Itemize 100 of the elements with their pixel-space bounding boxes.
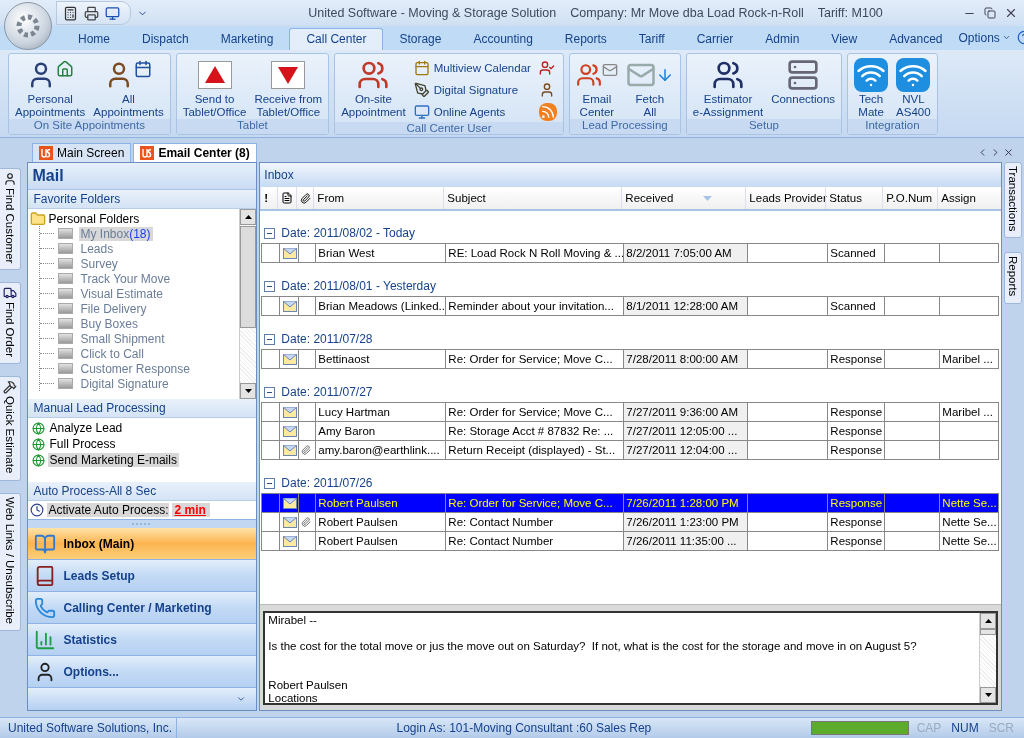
ribbon-button[interactable]: Personal Appointments	[13, 57, 88, 119]
ribbon-button[interactable]: Digital Signature	[411, 80, 533, 100]
email-row[interactable]: amy.baron@earthlink.... Return Receipt (displayed) - St... 7/27/2011 12:04:00 ... Response	[262, 440, 999, 459]
column-header[interactable]: Assign	[937, 187, 998, 209]
process-item[interactable]: Analyze Lead	[47, 421, 125, 435]
scroll-up-icon[interactable]	[984, 619, 992, 623]
column-header[interactable]: Subject	[443, 187, 622, 209]
ribbon-tab[interactable]: View	[815, 29, 874, 50]
folder-item[interactable]: Click to Call	[78, 346, 146, 361]
nav-button[interactable]: Options...	[27, 656, 257, 688]
side-tab[interactable]: Web Links / Unsubscribe	[0, 492, 21, 631]
scroll-thumb[interactable]	[240, 226, 257, 328]
scroll-thumb[interactable]	[980, 629, 997, 635]
nav-button[interactable]: Statistics	[27, 624, 257, 656]
ribbon-tab[interactable]: Admin	[749, 29, 816, 50]
people-mail-icon	[575, 62, 618, 88]
ribbon-button[interactable]: NVL AS400	[894, 57, 933, 119]
ribbon-tab[interactable]: Marketing	[204, 29, 290, 50]
ribbon-tab[interactable]: Tariff	[622, 29, 681, 50]
group-header: Date: 2011/07/28	[281, 332, 373, 346]
monitor-icon[interactable]	[105, 5, 120, 21]
scrollbar[interactable]	[979, 613, 997, 703]
folder-item[interactable]: Visual Estimate	[78, 286, 165, 301]
ribbon-button[interactable]: Receive from Tablet/Office	[252, 57, 325, 119]
side-tab[interactable]: Transactions	[1004, 162, 1023, 239]
paperclip-icon[interactable]	[300, 192, 312, 204]
ribbon-tab[interactable]: Reports	[548, 29, 623, 50]
table-cell: Scanned	[827, 244, 885, 262]
options-menu[interactable]: Options	[958, 30, 1000, 45]
ribbon-tab[interactable]: Dispatch	[126, 29, 205, 50]
ribbon-button[interactable]: Email Center	[573, 57, 620, 119]
document-tab[interactable]: Main Screen	[32, 143, 132, 162]
pen-icon	[413, 82, 430, 98]
scroll-down-icon[interactable]	[984, 693, 992, 697]
process-item[interactable]: Send Marketing E-mails	[47, 453, 179, 467]
ribbon-button[interactable]: Online Agents	[411, 102, 533, 122]
side-tab[interactable]: Quick Estimate	[0, 376, 21, 481]
nav-button[interactable]: Leads Setup	[27, 560, 257, 592]
ribbon-tab[interactable]: Accounting	[457, 29, 549, 50]
folder-item[interactable]: Leads	[78, 241, 116, 256]
scroll-up-icon[interactable]	[244, 215, 252, 219]
side-tab[interactable]: Reports	[1004, 252, 1023, 304]
process-item[interactable]: Full Process	[47, 437, 118, 451]
splitter-handle[interactable]	[27, 519, 257, 528]
globe-icon	[31, 421, 45, 435]
restore-icon[interactable]	[984, 7, 996, 19]
email-row[interactable]: Robert Paulsen Re: Contact Number 7/26/2011 11:35:00 ... Response Nette Se...	[262, 531, 999, 550]
side-tab[interactable]: Find Customer	[0, 168, 21, 271]
folder-icon	[57, 258, 73, 269]
ribbon-button[interactable]: All Appointments	[91, 57, 166, 119]
column-header[interactable]: !	[260, 187, 278, 209]
ribbon-tab[interactable]: Advanced	[873, 29, 959, 50]
ribbon-button[interactable]: Tech Mate	[852, 57, 891, 119]
folder-item[interactable]: Digital Signature	[78, 376, 171, 391]
scroll-down-icon[interactable]	[244, 389, 252, 393]
close-icon[interactable]	[1004, 6, 1018, 20]
close-icon[interactable]	[1003, 147, 1014, 158]
ribbon-button[interactable]: Fetch All	[623, 57, 676, 119]
ribbon-button[interactable]: Estimator e-Assignment	[690, 57, 766, 119]
ribbon-tab[interactable]: Call Center	[289, 28, 384, 50]
folder-item[interactable]: My Inbox(18)	[78, 226, 153, 241]
folder-item[interactable]: Track Your Move	[78, 271, 173, 286]
collapse-icon[interactable]	[264, 333, 276, 345]
collapse-icon[interactable]	[264, 227, 276, 239]
column-header[interactable]: Status	[825, 187, 883, 209]
document-tab[interactable]: Email Center (8)	[133, 143, 257, 162]
collapse-icon[interactable]	[264, 477, 276, 489]
caret-icon[interactable]	[236, 694, 247, 704]
column-header[interactable]: Leads Provider	[745, 187, 826, 209]
ribbon-button[interactable]: Connections	[769, 57, 838, 106]
side-tab[interactable]: Find Order	[0, 282, 21, 365]
folder-item[interactable]: File Delivery	[78, 301, 149, 316]
folder-item[interactable]: Survey	[78, 256, 120, 271]
group-header: Date: 2011/08/01 - Yesterday	[281, 279, 436, 293]
collapse-icon[interactable]	[264, 386, 276, 398]
collapse-icon[interactable]	[264, 280, 276, 292]
folder-item[interactable]: Small Shipment	[78, 331, 167, 346]
scrollbar[interactable]	[239, 209, 257, 399]
ribbon-button[interactable]: Send to Tablet/Office	[180, 57, 249, 119]
nav-button[interactable]: Inbox (Main)	[27, 528, 257, 560]
ribbon-button[interactable]: Multiview Calendar	[411, 58, 533, 78]
email-row[interactable]: Amy Baron Re: Storage Acct # 87832 Re: ... 7/27/2011 12:05:00 ... Response	[262, 421, 999, 440]
column-header[interactable]: From	[313, 187, 444, 209]
folder-item[interactable]: Buy Boxes	[78, 316, 140, 331]
section-header: Favorite Folders	[27, 190, 257, 209]
page-icon[interactable]	[281, 192, 294, 204]
email-row[interactable]: Robert Paulsen Re: Order for Service; Move C... 7/26/2011 1:28:00 PM Response Nette Se...	[262, 494, 999, 512]
nav-button[interactable]: Calling Center / Marketing	[27, 592, 257, 624]
ribbon-button[interactable]: On-site Appointment	[339, 57, 408, 119]
ribbon-tab[interactable]: Home	[62, 29, 126, 50]
ribbon-tab[interactable]: Storage	[383, 29, 458, 50]
tree-item[interactable]: Personal Folders	[48, 211, 140, 226]
email-row[interactable]: Robert Paulsen Re: Contact Number 7/26/2011 1:23:00 PM Response Nette Se...	[262, 512, 999, 531]
calculator-icon[interactable]	[63, 5, 78, 21]
column-header[interactable]: P.O.Num	[882, 187, 938, 209]
column-header[interactable]: Received	[621, 187, 746, 209]
folder-item[interactable]: Customer Response	[78, 361, 192, 376]
printer-icon[interactable]	[84, 5, 99, 21]
ribbon-icon-button[interactable]	[536, 102, 559, 122]
ribbon-tab[interactable]: Carrier	[680, 29, 750, 50]
